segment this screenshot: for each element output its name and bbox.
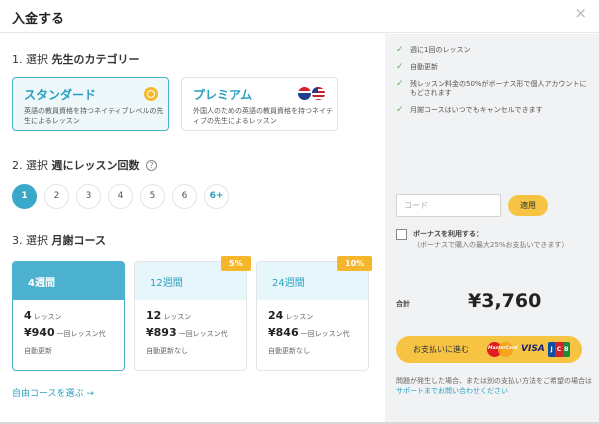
summary-panel: ✓ 週に1回のレッスン ✓ 自動更新 ✓ 残レッスン料金の50%がボーナス形で個人アカ… — [385, 34, 599, 422]
support-text: 問題が発生した場合、または別の支払い方法をご希望の場合は — [396, 377, 592, 385]
course-price: ¥893 一回レッスン代 — [146, 326, 228, 339]
mastercard-icon: MasterCard — [487, 342, 518, 357]
pay-label: お支払いに進む — [413, 345, 469, 354]
deposit-modal: 入金する × 1. 選択 先生のカテゴリー スタンダード 英語の教員資格を持つネ… — [0, 0, 599, 424]
course-lessons: 24 レッスン — [268, 309, 314, 322]
check-icon: ✓ — [396, 79, 404, 89]
close-icon[interactable]: × — [574, 6, 587, 21]
lessons-option-3[interactable]: 3 — [76, 184, 101, 209]
step2-title: 2. 選択 週にレッスン回数 ? — [12, 157, 157, 173]
us-flag-icon — [312, 87, 325, 100]
proceed-payment-button[interactable]: お支払いに進む MasterCard VISA JCB — [396, 336, 582, 363]
visa-icon: VISA — [521, 344, 545, 354]
course-price: ¥940 一回レッスン代 — [24, 326, 106, 339]
course-weeks: 24週間 — [272, 278, 305, 289]
course-price: ¥846 一回レッスン代 — [268, 326, 350, 339]
bonus-label: ボーナスを利用する： — [413, 230, 483, 238]
lessons-option-5[interactable]: 5 — [140, 184, 165, 209]
category-premium[interactable]: プレミアム 外国人のための英語の教員資格を持つネイティブの先生によるレッスン — [181, 77, 338, 131]
globe-icon — [144, 87, 158, 101]
course-12-weeks[interactable]: 12週間 12 レッスン ¥893 一回レッスン代 自動更新なし — [134, 261, 247, 371]
category-desc: 英語の教員資格を持つネイティブレベルの先生によるレッスン — [24, 107, 164, 125]
support-note: 問題が発生した場合、または別の支払い方法をご希望の場合はサポートまでお問い合わせ… — [396, 376, 592, 396]
apply-button[interactable]: 適用 — [508, 195, 548, 216]
bonus-checkbox[interactable] — [396, 229, 407, 240]
bonus-desc: （ボーナスで購入の最大25%お支払いできます） — [413, 241, 569, 249]
step1-num: 1. 選択 — [12, 53, 48, 66]
category-standard[interactable]: スタンダード 英語の教員資格を持つネイティブレベルの先生によるレッスン — [12, 77, 169, 131]
course-renew: 自動更新 — [24, 347, 52, 355]
course-header: 4週間 — [13, 262, 124, 300]
lessons-option-1[interactable]: 1 — [12, 184, 37, 209]
lessons-option-4[interactable]: 4 — [108, 184, 133, 209]
category-name: プレミアム — [193, 88, 253, 102]
modal-title: 入金する — [12, 12, 65, 27]
course-4-weeks[interactable]: 4週間 4 レッスン ¥940 一回レッスン代 自動更新 — [12, 261, 125, 371]
course-24-weeks[interactable]: 24週間 24 レッスン ¥846 一回レッスン代 自動更新なし — [256, 261, 369, 371]
course-renew: 自動更新なし — [146, 347, 188, 355]
lessons-option-6[interactable]: 6 — [172, 184, 197, 209]
help-icon[interactable]: ? — [146, 160, 157, 171]
course-weeks: 4週間 — [28, 278, 55, 289]
course-weeks: 12週間 — [150, 278, 183, 289]
category-desc: 外国人のための英語の教員資格を持つネイティブの先生によるレッスン — [193, 107, 333, 125]
feature-item: ✓ 月謝コースはいつでもキャンセルできます — [396, 105, 543, 115]
feature-item: ✓ 残レッスン料金の50%がボーナス形で個人アカウントにもどされます — [396, 79, 587, 98]
step3-label: 月謝コース — [51, 234, 106, 247]
course-lessons: 12 レッスン — [146, 309, 192, 322]
total-label: 合計 — [396, 300, 410, 308]
course-renew: 自動更新なし — [268, 347, 310, 355]
check-icon: ✓ — [396, 105, 404, 115]
step3-num: 3. 選択 — [12, 234, 48, 247]
feature-list: ✓ 週に1回のレッスン ✓ 自動更新 ✓ 残レッスン料金の50%がボーナス形で個人アカ… — [396, 46, 592, 123]
feature-item: ✓ 自動更新 — [396, 62, 438, 72]
lessons-option-2[interactable]: 2 — [44, 184, 69, 209]
discount-badge: 5% — [221, 256, 251, 271]
support-link[interactable]: サポートまでお問い合わせください — [396, 387, 508, 395]
step1-title: 1. 選択 先生のカテゴリー — [12, 51, 140, 67]
feature-item: ✓ 週に1回のレッスン — [396, 45, 471, 55]
discount-badge: 10% — [337, 256, 373, 271]
promo-code-input[interactable] — [396, 194, 501, 217]
check-icon: ✓ — [396, 45, 404, 55]
category-name: スタンダード — [24, 88, 97, 102]
flag-icon — [298, 87, 311, 100]
check-icon: ✓ — [396, 62, 404, 72]
jcb-icon: JCB — [548, 342, 570, 357]
step1-label: 先生のカテゴリー — [51, 53, 140, 66]
free-course-link[interactable]: 自由コースを選ぶ → — [12, 386, 94, 399]
modal-header: 入金する × — [0, 0, 599, 33]
course-lessons: 4 レッスン — [24, 309, 62, 322]
step2-label: 週にレッスン回数 — [51, 159, 140, 172]
options-panel: 1. 選択 先生のカテゴリー スタンダード 英語の教員資格を持つネイティブレベル… — [0, 34, 385, 422]
step2-num: 2. 選択 — [12, 159, 48, 172]
total-value: ¥3,760 — [468, 290, 542, 312]
step3-title: 3. 選択 月謝コース — [12, 232, 106, 248]
mastercard-text: MasterCard — [488, 346, 518, 351]
lessons-option-6plus[interactable]: 6+ — [204, 184, 229, 209]
